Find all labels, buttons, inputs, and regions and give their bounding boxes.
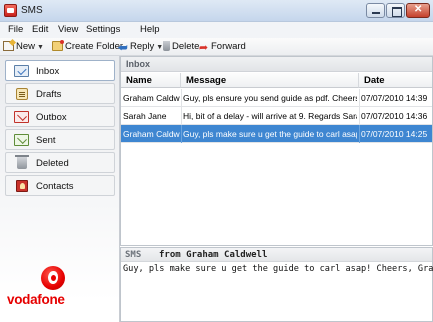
- sidebar-item-label: Contacts: [36, 181, 74, 192]
- toolbar: New ▼ Create Folder ⮨ Reply ▼ Delete ➦ Forwa…: [0, 38, 433, 56]
- trash-icon: [15, 155, 29, 169]
- drafts-icon: [16, 88, 28, 100]
- menu-file[interactable]: File: [8, 24, 23, 35]
- inbox-icon: [14, 65, 29, 77]
- reply-label: Reply: [130, 41, 155, 52]
- folder-sidebar: Inbox Drafts Outbox Sent Deleted Contact…: [0, 56, 120, 322]
- column-header-message[interactable]: Message: [181, 73, 359, 88]
- table-row[interactable]: Sarah Jane Hi, bit of a delay - will arr…: [121, 107, 432, 125]
- sender-name: Sarah Jane: [123, 111, 167, 121]
- forward-label: Forward: [211, 41, 246, 52]
- maximize-button[interactable]: [386, 3, 405, 18]
- window-title: SMS: [21, 5, 43, 16]
- sidebar-item-label: Deleted: [36, 158, 69, 169]
- sidebar-item-label: Outbox: [36, 112, 67, 123]
- sidebar-item-label: Drafts: [36, 89, 62, 100]
- reply-button[interactable]: ⮨ Reply ▼: [117, 41, 163, 54]
- outbox-icon: [14, 111, 29, 123]
- menu-help[interactable]: Help: [140, 24, 160, 35]
- table-row[interactable]: Graham Caldwell Guy, pls ensure you send…: [121, 89, 432, 107]
- column-header-date[interactable]: Date: [359, 73, 432, 88]
- sidebar-item-sent[interactable]: Sent: [5, 129, 115, 150]
- menu-edit[interactable]: Edit: [32, 24, 48, 35]
- sms-app-icon: [4, 4, 17, 17]
- message-snippet: Guy, pls make sure u get the guide to ca…: [183, 129, 357, 139]
- forward-button[interactable]: ➦ Forward: [198, 41, 246, 54]
- sender-name: Graham Caldwell: [123, 129, 180, 139]
- delete-label: Delete: [172, 41, 200, 52]
- title-bar: SMS: [0, 0, 433, 22]
- message-snippet: Guy, pls ensure you send guide as pdf. C…: [183, 93, 357, 103]
- sidebar-item-label: Inbox: [36, 66, 60, 77]
- close-button[interactable]: [406, 3, 430, 18]
- menu-settings[interactable]: Settings: [86, 24, 120, 35]
- folder-title: Inbox: [126, 59, 150, 69]
- sidebar-item-label: Sent: [36, 135, 56, 146]
- preview-body[interactable]: Guy, pls make sure u get the guide to ca…: [123, 264, 433, 274]
- brand-wordmark: vodafone: [7, 292, 65, 307]
- minimize-button[interactable]: [366, 3, 385, 18]
- sent-icon: [14, 134, 29, 146]
- message-type: SMS: [125, 250, 142, 260]
- sidebar-item-deleted[interactable]: Deleted: [5, 152, 115, 173]
- forward-arrow-icon: ➦: [198, 42, 209, 54]
- preview-header: SMS from Graham Caldwell: [121, 248, 432, 262]
- message-snippet: Hi, bit of a delay - will arrive at 9. R…: [183, 111, 357, 121]
- contacts-icon: [16, 180, 28, 192]
- create-folder-button[interactable]: Create Folder: [52, 40, 124, 52]
- create-folder-label: Create Folder: [65, 41, 124, 52]
- reply-arrow-icon: ⮨: [117, 42, 128, 54]
- sidebar-item-drafts[interactable]: Drafts: [5, 83, 115, 104]
- message-preview-pane: SMS from Graham Caldwell Guy, pls make s…: [120, 247, 433, 322]
- new-button[interactable]: New ▼: [3, 41, 44, 52]
- delete-button[interactable]: Delete: [163, 41, 199, 52]
- sidebar-item-contacts[interactable]: Contacts: [5, 175, 115, 196]
- sender-name: Graham Caldwell: [123, 93, 180, 103]
- trash-icon: [163, 41, 170, 51]
- sidebar-item-inbox[interactable]: Inbox: [5, 60, 115, 81]
- sidebar-item-outbox[interactable]: Outbox: [5, 106, 115, 127]
- new-message-icon: [3, 41, 14, 51]
- message-date: 07/07/2010 14:39: [361, 93, 428, 103]
- vodafone-logo-icon: [41, 266, 65, 290]
- folder-icon: [52, 40, 64, 51]
- table-row-selected[interactable]: Graham Caldwell Guy, pls make sure u get…: [121, 125, 432, 143]
- chevron-down-icon[interactable]: ▼: [37, 44, 44, 51]
- message-date: 07/07/2010 14:25: [361, 129, 428, 139]
- preview-sender: from Graham Caldwell: [159, 250, 268, 260]
- column-header-name[interactable]: Name: [121, 73, 181, 88]
- menu-bar: File Edit View Settings Help: [0, 22, 433, 38]
- message-list-panel: Inbox Name Message Date Graham Caldwell …: [120, 56, 433, 246]
- menu-view[interactable]: View: [58, 24, 78, 35]
- folder-title-bar: Inbox: [121, 57, 432, 72]
- new-label: New: [16, 41, 36, 52]
- message-date: 07/07/2010 14:36: [361, 111, 428, 121]
